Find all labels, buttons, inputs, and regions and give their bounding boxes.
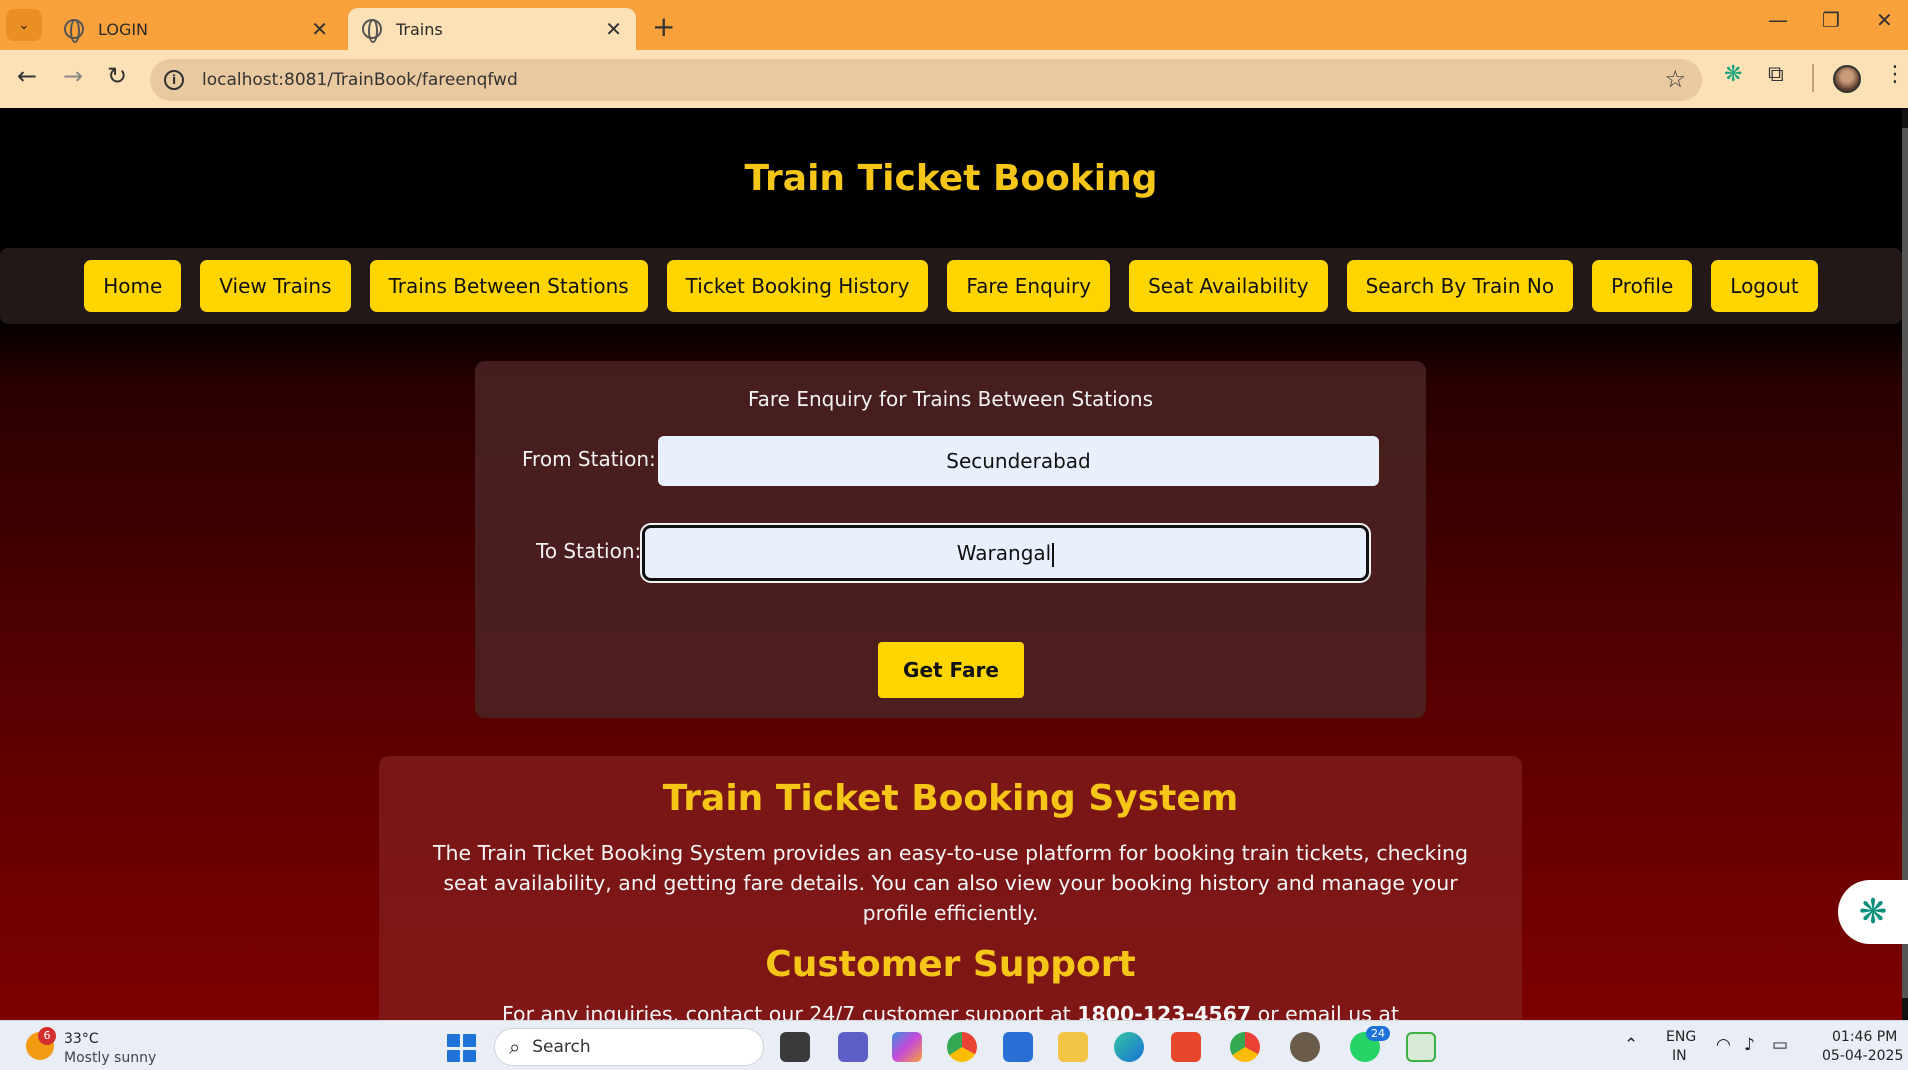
- wps-office-icon[interactable]: [1171, 1032, 1201, 1062]
- chatgpt-extension-icon[interactable]: ❋: [1724, 62, 1742, 87]
- info-section: Train Ticket Booking System The Train Ti…: [379, 756, 1522, 1020]
- bookmark-star-icon[interactable]: ☆: [1664, 65, 1686, 93]
- nav-home[interactable]: Home: [84, 260, 182, 312]
- clock-time[interactable]: 01:46 PM: [1832, 1029, 1897, 1045]
- text-caret: [1052, 542, 1055, 567]
- get-fare-button[interactable]: Get Fare: [878, 642, 1024, 698]
- web-page: Train Ticket Booking Home View Trains Tr…: [0, 108, 1902, 1020]
- back-icon[interactable]: ←: [10, 62, 44, 90]
- nav-trains-between-stations[interactable]: Trains Between Stations: [369, 260, 648, 312]
- to-station-input[interactable]: Warangal: [642, 525, 1369, 581]
- address-bar[interactable]: i localhost:8081/TrainBook/fareenqfwd ☆: [150, 59, 1702, 101]
- nav-profile[interactable]: Profile: [1592, 260, 1693, 312]
- form-heading: Fare Enquiry for Trains Between Stations: [747, 387, 1154, 411]
- nav-view-trains[interactable]: View Trains: [200, 260, 351, 312]
- close-icon[interactable]: ✕: [311, 17, 328, 41]
- search-placeholder: Search: [532, 1037, 591, 1057]
- taskbar-search[interactable]: ⌕ Search: [494, 1028, 764, 1066]
- language-bottom[interactable]: IN: [1672, 1048, 1687, 1064]
- tab-login[interactable]: LOGIN ✕: [50, 8, 342, 50]
- scrollbar-thumb[interactable]: [1902, 128, 1908, 998]
- teams-icon[interactable]: [838, 1032, 868, 1062]
- media-player-icon[interactable]: [1406, 1032, 1436, 1062]
- minimize-icon[interactable]: —: [1768, 8, 1788, 32]
- battery-icon[interactable]: ▭: [1772, 1035, 1788, 1055]
- weather-description[interactable]: Mostly sunny: [64, 1050, 156, 1066]
- globe-icon: [64, 19, 84, 43]
- support-text: For any inquiries, contact our 24/7 cust…: [379, 1002, 1522, 1020]
- window-close-icon[interactable]: ✕: [1876, 8, 1893, 32]
- close-icon[interactable]: ✕: [605, 17, 622, 41]
- fare-enquiry-form: Fare Enquiry for Trains Between Stations…: [475, 361, 1426, 718]
- copilot-icon[interactable]: [892, 1032, 922, 1062]
- clock-date[interactable]: 05-04-2025: [1822, 1048, 1903, 1064]
- support-text-suffix: or email us at: [1251, 1002, 1400, 1020]
- language-top[interactable]: ENG: [1666, 1029, 1696, 1045]
- site-info-icon[interactable]: i: [164, 70, 184, 90]
- nav-ticket-booking-history[interactable]: Ticket Booking History: [666, 260, 929, 312]
- tab-title: LOGIN: [98, 19, 149, 39]
- forward-icon[interactable]: →: [56, 62, 90, 90]
- new-tab-button[interactable]: +: [652, 10, 675, 43]
- main-nav: Home View Trains Trains Between Stations…: [0, 248, 1902, 324]
- system-description: The Train Ticket Booking System provides…: [432, 841, 1469, 925]
- edge-icon[interactable]: [1114, 1032, 1144, 1062]
- volume-icon[interactable]: ♪: [1744, 1035, 1755, 1055]
- wifi-icon[interactable]: ◠: [1716, 1035, 1731, 1055]
- from-station-input[interactable]: Secunderabad: [658, 436, 1379, 486]
- chrome-profile-icon[interactable]: [1230, 1032, 1260, 1062]
- whatsapp-badge: 24: [1366, 1026, 1390, 1041]
- windows-start-icon[interactable]: [447, 1034, 477, 1062]
- globe-icon: [362, 19, 382, 43]
- to-station-value: Warangal: [956, 541, 1052, 565]
- store-icon[interactable]: [1003, 1032, 1033, 1062]
- tab-search-button[interactable]: ⌄: [6, 9, 42, 41]
- search-icon: ⌕: [509, 1035, 521, 1059]
- more-menu-icon[interactable]: ⋮: [1884, 62, 1906, 87]
- support-text-prefix: For any inquiries, contact our 24/7 cust…: [501, 1002, 1078, 1020]
- from-station-label: From Station:: [522, 447, 656, 471]
- folder-icon[interactable]: [1058, 1032, 1088, 1062]
- support-heading: Customer Support: [765, 944, 1136, 985]
- to-station-label: To Station:: [536, 539, 642, 563]
- browser-tab-bar: ⌄ LOGIN ✕ Trains ✕ + — ❐ ✕: [0, 0, 1908, 50]
- support-phone: 1800-123-4567: [1077, 1002, 1252, 1020]
- restore-icon[interactable]: ❐: [1822, 8, 1840, 32]
- page-title: Train Ticket Booking: [744, 158, 1158, 199]
- nav-seat-availability[interactable]: Seat Availability: [1129, 260, 1328, 312]
- nav-logout[interactable]: Logout: [1711, 260, 1818, 312]
- url-text: localhost:8081/TrainBook/fareenqfwd: [202, 70, 518, 90]
- app-icon[interactable]: [1290, 1032, 1320, 1062]
- chrome-icon[interactable]: [947, 1032, 977, 1062]
- profile-avatar[interactable]: [1833, 65, 1861, 93]
- chevron-up-icon[interactable]: ⌃: [1624, 1035, 1638, 1055]
- weather-temperature[interactable]: 33°C: [64, 1031, 99, 1047]
- chatgpt-sidebar-icon[interactable]: ❋: [1838, 880, 1908, 944]
- weather-badge: 6: [38, 1027, 56, 1045]
- reload-icon[interactable]: ↻: [100, 62, 134, 90]
- system-heading: Train Ticket Booking System: [662, 778, 1239, 819]
- nav-fare-enquiry[interactable]: Fare Enquiry: [947, 260, 1111, 312]
- toolbar-divider: [1812, 64, 1814, 92]
- tab-trains[interactable]: Trains ✕: [348, 8, 636, 50]
- browser-toolbar: ← → ↻ i localhost:8081/TrainBook/fareenq…: [0, 50, 1908, 108]
- tab-title: Trains: [396, 19, 443, 39]
- extensions-puzzle-icon[interactable]: ⧉: [1768, 62, 1784, 87]
- nav-search-by-train-no[interactable]: Search By Train No: [1346, 260, 1574, 312]
- taskbar: 6 33°C Mostly sunny ⌕ Search 24 ⌃ ENG IN…: [0, 1020, 1908, 1070]
- file-explorer-dark-icon[interactable]: [780, 1032, 810, 1062]
